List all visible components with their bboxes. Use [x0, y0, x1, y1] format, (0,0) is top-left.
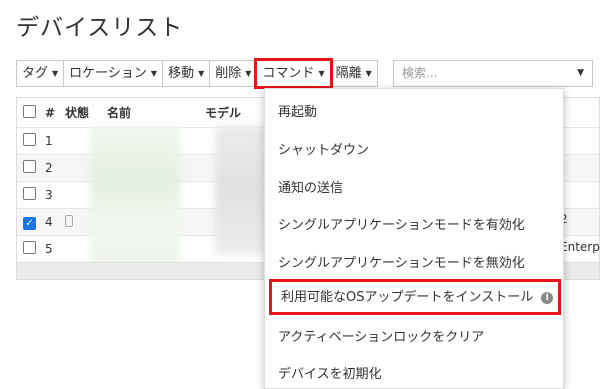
command-label: コマンド: [262, 66, 315, 81]
menu-item-enable-single-app[interactable]: シングルアプリケーションモードを有効化: [278, 214, 525, 233]
row-number: 3: [45, 188, 53, 202]
menu-item-install-os-update[interactable]: 利用可能なOSアップデートをインストール i: [269, 279, 561, 315]
row-checkbox[interactable]: [23, 187, 36, 200]
delete-dropdown[interactable]: 削除 ▼: [209, 60, 258, 87]
location-label: ロケーション: [69, 66, 147, 81]
chevron-down-icon[interactable]: ▼: [577, 61, 584, 86]
caret-down-icon: ▼: [150, 69, 158, 78]
blurred-names: [90, 125, 180, 265]
search-placeholder: 検索...: [402, 66, 438, 80]
row-extra-cell: Enterpr: [560, 240, 600, 254]
caret-down-icon: ▼: [52, 69, 59, 78]
menu-item-disable-single-app[interactable]: シングルアプリケーションモードを無効化: [278, 252, 525, 271]
menu-item-wipe-device[interactable]: デバイスを初期化: [278, 363, 382, 382]
caret-down-icon: ▼: [365, 69, 372, 78]
row-checkbox[interactable]: [23, 160, 36, 173]
toolbar: タグ ▼ ロケーション ▼ 移動 ▼ 削除 ▼ コマンド ▼ 隔離 ▼: [16, 58, 378, 89]
row-checkbox[interactable]: [23, 133, 36, 146]
row-checkbox[interactable]: [23, 241, 36, 254]
isolate-label: 隔離: [335, 66, 362, 81]
move-dropdown[interactable]: 移動 ▼: [162, 60, 211, 87]
command-dropdown[interactable]: コマンド ▼: [254, 58, 333, 89]
header-number: #: [45, 105, 56, 120]
header-model: モデル: [205, 106, 242, 120]
row-checkbox-checked[interactable]: ✓: [23, 216, 36, 230]
select-all-checkbox[interactable]: [23, 104, 36, 118]
caret-down-icon: ▼: [245, 69, 252, 78]
info-icon: i: [541, 292, 554, 304]
menu-item-send-notification[interactable]: 通知の送信: [278, 177, 343, 196]
move-label: 移動: [168, 66, 195, 81]
blurred-models: [215, 125, 265, 255]
row-number: 1: [45, 134, 53, 148]
row-number: 2: [45, 161, 53, 175]
delete-label: 削除: [215, 66, 242, 81]
install-os-update-label: 利用可能なOSアップデートをインストール: [281, 290, 534, 305]
menu-item-clear-activation-lock[interactable]: アクティベーションロックをクリア: [278, 326, 484, 345]
row-number: 5: [45, 242, 53, 256]
tablet-icon: [65, 214, 73, 227]
location-dropdown[interactable]: ロケーション ▼: [63, 60, 164, 87]
menu-item-shutdown[interactable]: シャットダウン: [278, 139, 369, 158]
search-input[interactable]: 検索... ▼: [393, 60, 593, 87]
header-name: 名前: [107, 106, 132, 120]
menu-item-restart[interactable]: 再起動: [278, 101, 317, 120]
caret-down-icon: ▼: [198, 69, 205, 78]
isolate-dropdown[interactable]: 隔離 ▼: [329, 60, 378, 87]
command-menu: 再起動 シャットダウン 通知の送信 シングルアプリケーションモードを有効化 シン…: [264, 88, 564, 389]
row-number: 4: [45, 215, 53, 229]
page-title: デバイスリスト: [16, 15, 184, 41]
tag-dropdown[interactable]: タグ ▼: [16, 60, 65, 87]
header-state: 状態: [65, 106, 90, 120]
tag-label: タグ: [22, 66, 49, 81]
caret-down-icon: ▼: [318, 69, 325, 78]
